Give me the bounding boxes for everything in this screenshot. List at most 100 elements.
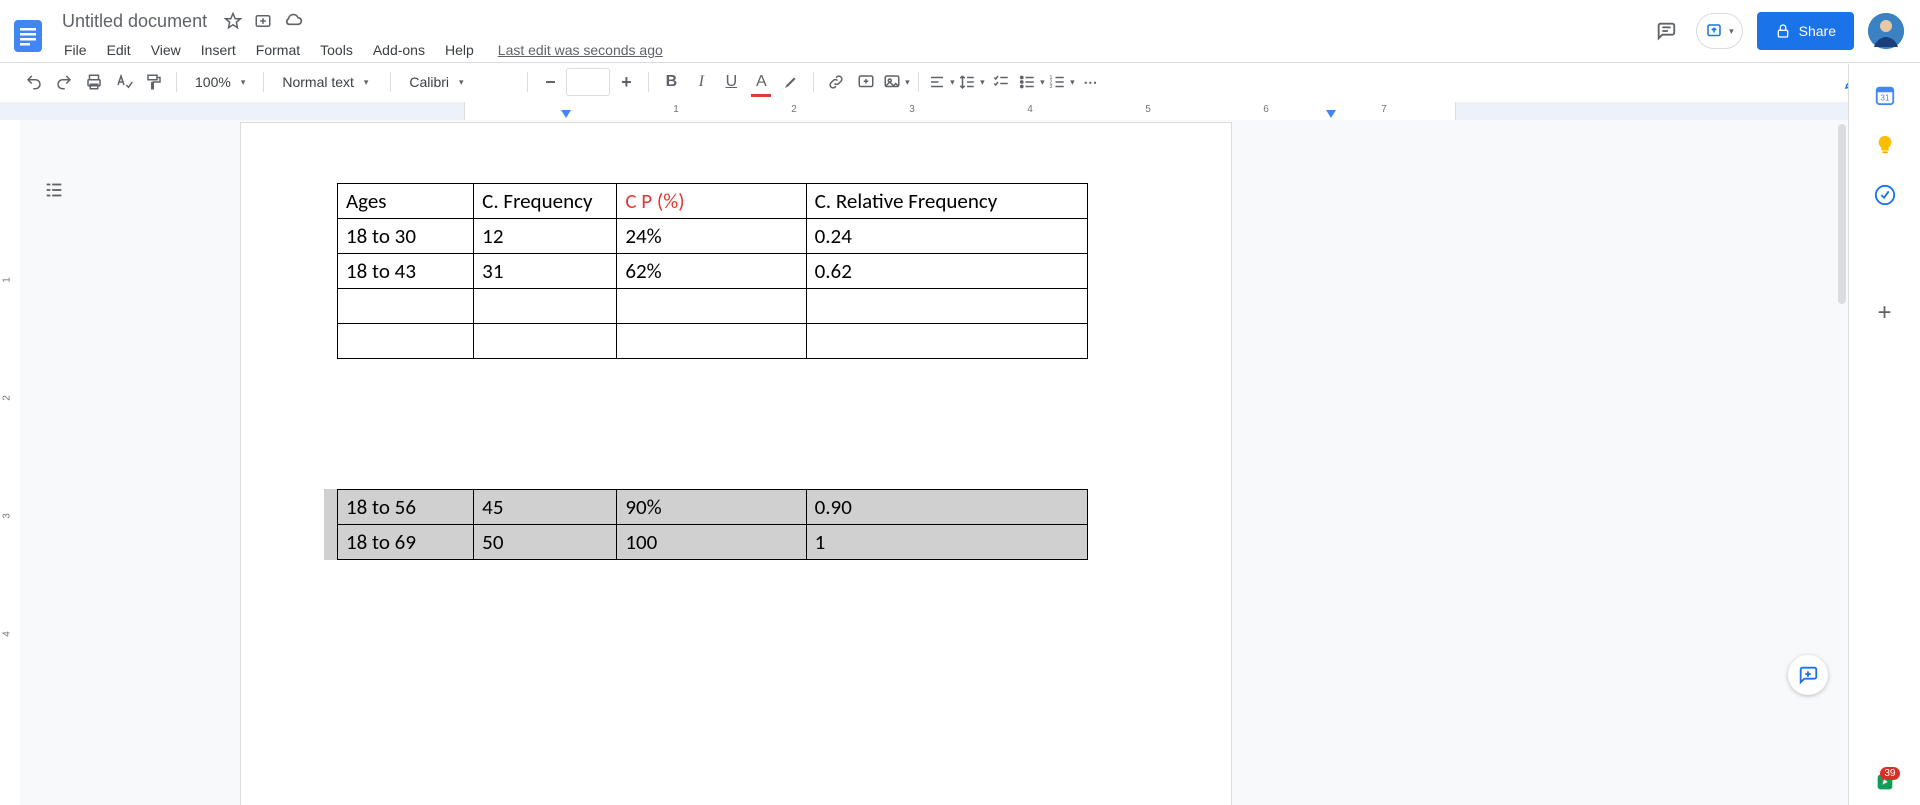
menu-insert[interactable]: Insert bbox=[193, 38, 244, 62]
more-button[interactable]: ⋯ bbox=[1077, 68, 1105, 96]
table-row[interactable]: 18 to 43 31 62% 0.62 bbox=[338, 254, 1088, 289]
undo-button[interactable] bbox=[20, 68, 48, 96]
table-row[interactable]: 18 to 56 45 90% 0.90 bbox=[338, 490, 1088, 525]
docs-logo[interactable] bbox=[8, 8, 48, 64]
italic-button[interactable]: I bbox=[687, 68, 715, 96]
text-color-button[interactable]: A bbox=[747, 68, 775, 96]
redo-button[interactable] bbox=[50, 68, 78, 96]
table-cell[interactable] bbox=[338, 324, 474, 359]
table-cell[interactable]: 24% bbox=[617, 219, 806, 254]
data-table-2[interactable]: 18 to 56 45 90% 0.90 18 to 69 50 100 1 bbox=[337, 489, 1088, 560]
print-button[interactable] bbox=[80, 68, 108, 96]
insert-comment-button[interactable] bbox=[852, 68, 880, 96]
table-row[interactable] bbox=[338, 324, 1088, 359]
menu-file[interactable]: File bbox=[56, 38, 95, 62]
paragraph-style-select[interactable]: Normal text bbox=[272, 74, 382, 90]
document-title[interactable]: Untitled document bbox=[56, 9, 213, 34]
menu-edit[interactable]: Edit bbox=[99, 38, 139, 62]
add-comment-floating-button[interactable] bbox=[1788, 655, 1828, 695]
present-button[interactable]: ▾ bbox=[1696, 13, 1743, 49]
table-cell[interactable]: Ages bbox=[338, 184, 474, 219]
table-cell[interactable]: 0.62 bbox=[806, 254, 1087, 289]
calendar-addon-icon[interactable]: 31 bbox=[1874, 84, 1896, 106]
font-family-select[interactable]: Calibri bbox=[399, 74, 519, 90]
keep-addon-icon[interactable] bbox=[1874, 134, 1896, 156]
star-icon[interactable] bbox=[223, 11, 243, 31]
table-cell[interactable]: 0.90 bbox=[806, 490, 1087, 525]
menu-tools[interactable]: Tools bbox=[312, 38, 361, 62]
table-row[interactable] bbox=[338, 289, 1088, 324]
increase-font-button[interactable]: + bbox=[612, 68, 640, 96]
scrollbar[interactable] bbox=[1838, 124, 1846, 304]
checklist-button[interactable] bbox=[987, 68, 1015, 96]
table-cell[interactable]: 12 bbox=[474, 219, 617, 254]
tasks-addon-icon[interactable] bbox=[1874, 184, 1896, 206]
table-cell[interactable] bbox=[474, 324, 617, 359]
ruler-number: 7 bbox=[1381, 104, 1387, 115]
table-cell[interactable]: 18 to 30 bbox=[338, 219, 474, 254]
table-cell[interactable] bbox=[338, 289, 474, 324]
right-indent-marker[interactable] bbox=[1326, 110, 1336, 118]
table-cell[interactable]: 45 bbox=[474, 490, 617, 525]
table-cell[interactable] bbox=[617, 289, 806, 324]
line-spacing-button[interactable] bbox=[957, 68, 985, 96]
insert-link-button[interactable] bbox=[822, 68, 850, 96]
ruler-ticks: 1 1 2 3 4 5 6 7 bbox=[465, 102, 1455, 120]
vruler-number: 3 bbox=[1, 513, 12, 519]
zoom-select[interactable]: 100% bbox=[185, 74, 255, 90]
align-button[interactable] bbox=[927, 68, 955, 96]
table-cell[interactable] bbox=[806, 324, 1087, 359]
explore-sidebar-button[interactable]: 39 bbox=[1874, 771, 1896, 793]
show-outline-button[interactable] bbox=[36, 172, 72, 208]
bold-button[interactable]: B bbox=[657, 68, 685, 96]
font-size-input[interactable] bbox=[566, 68, 610, 96]
numbered-list-button[interactable]: 123 bbox=[1047, 68, 1075, 96]
share-button[interactable]: Share bbox=[1757, 12, 1854, 50]
title-bar: Untitled document File Edit View Insert … bbox=[0, 0, 1920, 63]
table-cell[interactable]: 31 bbox=[474, 254, 617, 289]
table-cell[interactable]: 90% bbox=[617, 490, 806, 525]
document-page[interactable]: Ages C. Frequency C P (%) C. Relative Fr… bbox=[240, 122, 1232, 805]
move-icon[interactable] bbox=[253, 11, 273, 31]
table-cell[interactable]: 18 to 56 bbox=[338, 490, 474, 525]
spellcheck-button[interactable] bbox=[110, 68, 138, 96]
decrease-font-button[interactable]: − bbox=[536, 68, 564, 96]
table-row[interactable]: Ages C. Frequency C P (%) C. Relative Fr… bbox=[338, 184, 1088, 219]
open-comments-button[interactable] bbox=[1650, 15, 1682, 47]
paint-format-button[interactable] bbox=[140, 68, 168, 96]
last-edit-link[interactable]: Last edit was seconds ago bbox=[498, 42, 663, 58]
account-avatar[interactable] bbox=[1868, 13, 1904, 49]
separator bbox=[918, 72, 919, 92]
bulleted-list-button[interactable] bbox=[1017, 68, 1045, 96]
table-cell[interactable]: C P (%) bbox=[617, 184, 806, 219]
highlight-button[interactable] bbox=[777, 68, 805, 96]
menu-view[interactable]: View bbox=[143, 38, 189, 62]
data-table-1[interactable]: Ages C. Frequency C P (%) C. Relative Fr… bbox=[337, 183, 1088, 359]
table-row[interactable]: 18 to 30 12 24% 0.24 bbox=[338, 219, 1088, 254]
insert-image-button[interactable] bbox=[882, 68, 910, 96]
underline-button[interactable]: U bbox=[717, 68, 745, 96]
horizontal-ruler[interactable]: 1 1 2 3 4 5 6 7 bbox=[464, 102, 1456, 120]
menu-format[interactable]: Format bbox=[248, 38, 308, 62]
table-cell[interactable] bbox=[617, 324, 806, 359]
table-cell[interactable]: 100 bbox=[617, 525, 806, 560]
left-indent-marker[interactable] bbox=[561, 110, 571, 118]
table-cell[interactable]: 0.24 bbox=[806, 219, 1087, 254]
ruler-number: 2 bbox=[791, 104, 797, 115]
get-addons-button[interactable]: + bbox=[1874, 302, 1896, 324]
table-cell[interactable]: C. Relative Frequency bbox=[806, 184, 1087, 219]
table-cell[interactable]: 62% bbox=[617, 254, 806, 289]
vertical-ruler[interactable]: 1 2 3 4 bbox=[0, 120, 20, 805]
menu-addons[interactable]: Add-ons bbox=[365, 38, 433, 62]
table-cell[interactable]: 18 to 43 bbox=[338, 254, 474, 289]
table-cell[interactable]: 1 bbox=[806, 525, 1087, 560]
menu-help[interactable]: Help bbox=[437, 38, 482, 62]
table-cell[interactable]: C. Frequency bbox=[474, 184, 617, 219]
table-cell[interactable] bbox=[474, 289, 617, 324]
table-cell[interactable] bbox=[806, 289, 1087, 324]
cloud-status-icon[interactable] bbox=[283, 11, 303, 31]
share-label: Share bbox=[1799, 23, 1836, 39]
table-cell[interactable]: 50 bbox=[474, 525, 617, 560]
table-row[interactable]: 18 to 69 50 100 1 bbox=[338, 525, 1088, 560]
table-cell[interactable]: 18 to 69 bbox=[338, 525, 474, 560]
